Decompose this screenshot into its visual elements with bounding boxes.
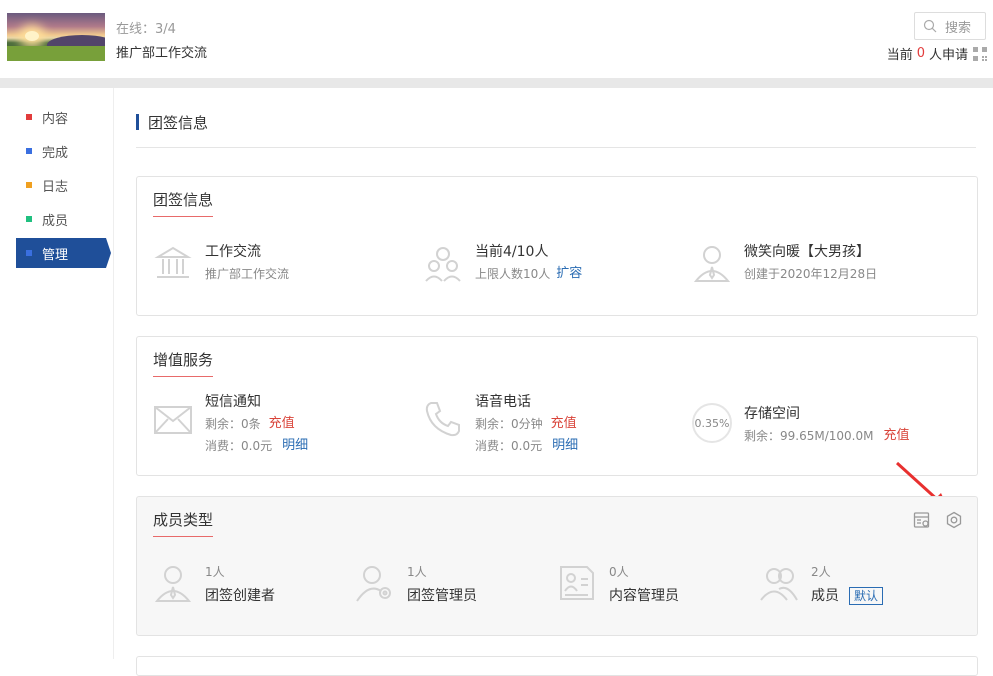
bank-icon bbox=[154, 246, 192, 278]
sidebar: 内容 完成 日志 成员 管理 bbox=[0, 88, 114, 659]
phone-icon bbox=[425, 402, 460, 437]
card-title: 成员类型 bbox=[153, 509, 214, 537]
type-name: 团签管理员 bbox=[407, 588, 477, 604]
next-card bbox=[136, 656, 978, 676]
qrcode-icon[interactable] bbox=[973, 46, 987, 61]
orange-dot-icon bbox=[26, 182, 32, 188]
storage-title: 存储空间 bbox=[744, 406, 800, 422]
sms-detail-link[interactable]: 明细 bbox=[282, 437, 308, 455]
users-icon bbox=[760, 568, 798, 601]
apply-count: 0 bbox=[916, 46, 925, 61]
apply-status[interactable]: 当前 0 人申请 bbox=[887, 44, 987, 63]
sidebar-item-content[interactable]: 内容 bbox=[16, 102, 106, 132]
search-input[interactable]: 搜索 bbox=[914, 12, 986, 40]
sidebar-item-label: 管理 bbox=[42, 247, 69, 263]
sidebar-item-members[interactable]: 成员 bbox=[16, 204, 106, 234]
member-types-card: 成员类型 1人 团签创建者 1人 团签管理员 0人 内容管理员 2人 成员 默认 bbox=[136, 496, 978, 636]
sms-recharge-link[interactable]: 充值 bbox=[269, 415, 295, 433]
card-title: 增值服务 bbox=[153, 349, 214, 377]
sms-item: 短信通知 剩余：0条 充值 消费：0.0元 明细 bbox=[153, 393, 308, 455]
sidebar-item-label: 成员 bbox=[42, 213, 69, 229]
sms-remain: 剩余：0条 bbox=[205, 417, 261, 431]
team-name: 推广部工作交流 bbox=[116, 46, 208, 61]
expand-link[interactable]: 扩容 bbox=[556, 265, 582, 283]
voice-detail-link[interactable]: 明细 bbox=[552, 437, 578, 455]
user-tie-icon bbox=[154, 566, 192, 602]
sidebar-item-label: 内容 bbox=[42, 111, 69, 127]
blue-dot-icon bbox=[26, 148, 32, 154]
created-date: 创建于2020年12月28日 bbox=[744, 267, 878, 281]
sms-title: 短信通知 bbox=[205, 394, 261, 410]
gear-icon[interactable] bbox=[945, 511, 963, 529]
type-name: 团签创建者 bbox=[205, 588, 275, 604]
page-title-text: 团签信息 bbox=[148, 113, 209, 132]
red-dot-icon bbox=[26, 114, 32, 120]
voice-remain: 剩余：0分钟 bbox=[475, 417, 543, 431]
group-icon bbox=[425, 247, 461, 282]
storage-remain: 剩余：99.65M/100.0M bbox=[744, 429, 874, 443]
type-count: 1人 bbox=[407, 565, 427, 579]
voice-recharge-link[interactable]: 充值 bbox=[551, 415, 577, 433]
type-count: 1人 bbox=[205, 565, 225, 579]
type-count: 2人 bbox=[811, 565, 831, 579]
sidebar-item-label: 完成 bbox=[42, 145, 69, 161]
user-gear-icon bbox=[356, 566, 391, 602]
storage-usage-ring: 0.35% bbox=[692, 403, 732, 443]
team-name-sub: 推广部工作交流 bbox=[205, 267, 290, 281]
id-card-icon bbox=[560, 566, 594, 600]
header-divider bbox=[0, 78, 993, 88]
creator-name: 微笑向暖【大男孩】 bbox=[744, 244, 870, 260]
member-count-title: 当前4/10人 bbox=[475, 244, 549, 260]
user-tie-icon bbox=[693, 246, 731, 282]
voice-item: 语音电话 剩余：0分钟 充值 消费：0.0元 明细 bbox=[423, 393, 578, 455]
apply-prefix: 当前 bbox=[886, 48, 913, 63]
apply-suffix: 人申请 bbox=[928, 48, 968, 63]
type-count: 0人 bbox=[609, 565, 629, 579]
sidebar-item-label: 日志 bbox=[42, 179, 69, 195]
online-status: 在线：3/4 bbox=[116, 22, 176, 37]
member-type-creator[interactable]: 1人 团签创建者 bbox=[153, 563, 275, 605]
sidebar-item-done[interactable]: 完成 bbox=[16, 136, 106, 166]
type-name: 成员 bbox=[811, 588, 839, 604]
team-info-card: 团签信息 工作交流 推广部工作交流 当前4/10人 上限人数10人 扩容 微笑向… bbox=[136, 176, 978, 316]
member-count-item: 当前4/10人 上限人数10人 扩容 bbox=[423, 243, 582, 283]
search-icon bbox=[923, 19, 937, 33]
member-type-member[interactable]: 2人 成员 默认 bbox=[759, 563, 884, 605]
default-badge: 默认 bbox=[849, 587, 884, 605]
team-avatar-image[interactable] bbox=[7, 13, 105, 61]
team-name-title: 工作交流 bbox=[205, 244, 261, 260]
card-tools bbox=[913, 511, 963, 529]
voice-spent: 消费：0.0元 bbox=[475, 439, 543, 453]
creator-item: 微笑向暖【大男孩】 创建于2020年12月28日 bbox=[692, 243, 877, 283]
member-type-content-admin[interactable]: 0人 内容管理员 bbox=[557, 563, 679, 605]
team-name-item: 工作交流 推广部工作交流 bbox=[153, 243, 289, 283]
header: 在线：3/4 推广部工作交流 搜索 当前 0 人申请 bbox=[0, 0, 993, 78]
envelope-icon bbox=[154, 406, 192, 434]
type-name: 内容管理员 bbox=[609, 588, 679, 604]
card-settings-list-icon[interactable] bbox=[913, 511, 931, 529]
services-card: 增值服务 短信通知 剩余：0条 充值 消费：0.0元 明细 语音电话 剩余：0分… bbox=[136, 336, 978, 476]
page-title: 团签信息 bbox=[136, 112, 208, 132]
voice-title: 语音电话 bbox=[475, 394, 531, 410]
sidebar-item-log[interactable]: 日志 bbox=[16, 170, 106, 200]
sidebar-item-manage[interactable]: 管理 bbox=[16, 238, 111, 268]
storage-percent: 0.35% bbox=[694, 416, 730, 430]
card-title: 团签信息 bbox=[153, 189, 214, 217]
title-divider bbox=[136, 147, 976, 148]
storage-recharge-link[interactable]: 充值 bbox=[883, 427, 909, 445]
member-limit: 上限人数10人 bbox=[475, 267, 551, 281]
title-accent-bar bbox=[136, 114, 139, 130]
search-placeholder: 搜索 bbox=[945, 20, 972, 36]
member-type-admin[interactable]: 1人 团签管理员 bbox=[355, 563, 477, 605]
green-dot-icon bbox=[26, 216, 32, 222]
storage-item: 0.35% 存储空间 剩余：99.65M/100.0M 充值 bbox=[692, 403, 909, 445]
blue-dot-icon bbox=[26, 250, 32, 256]
sms-spent: 消费：0.0元 bbox=[205, 439, 273, 453]
